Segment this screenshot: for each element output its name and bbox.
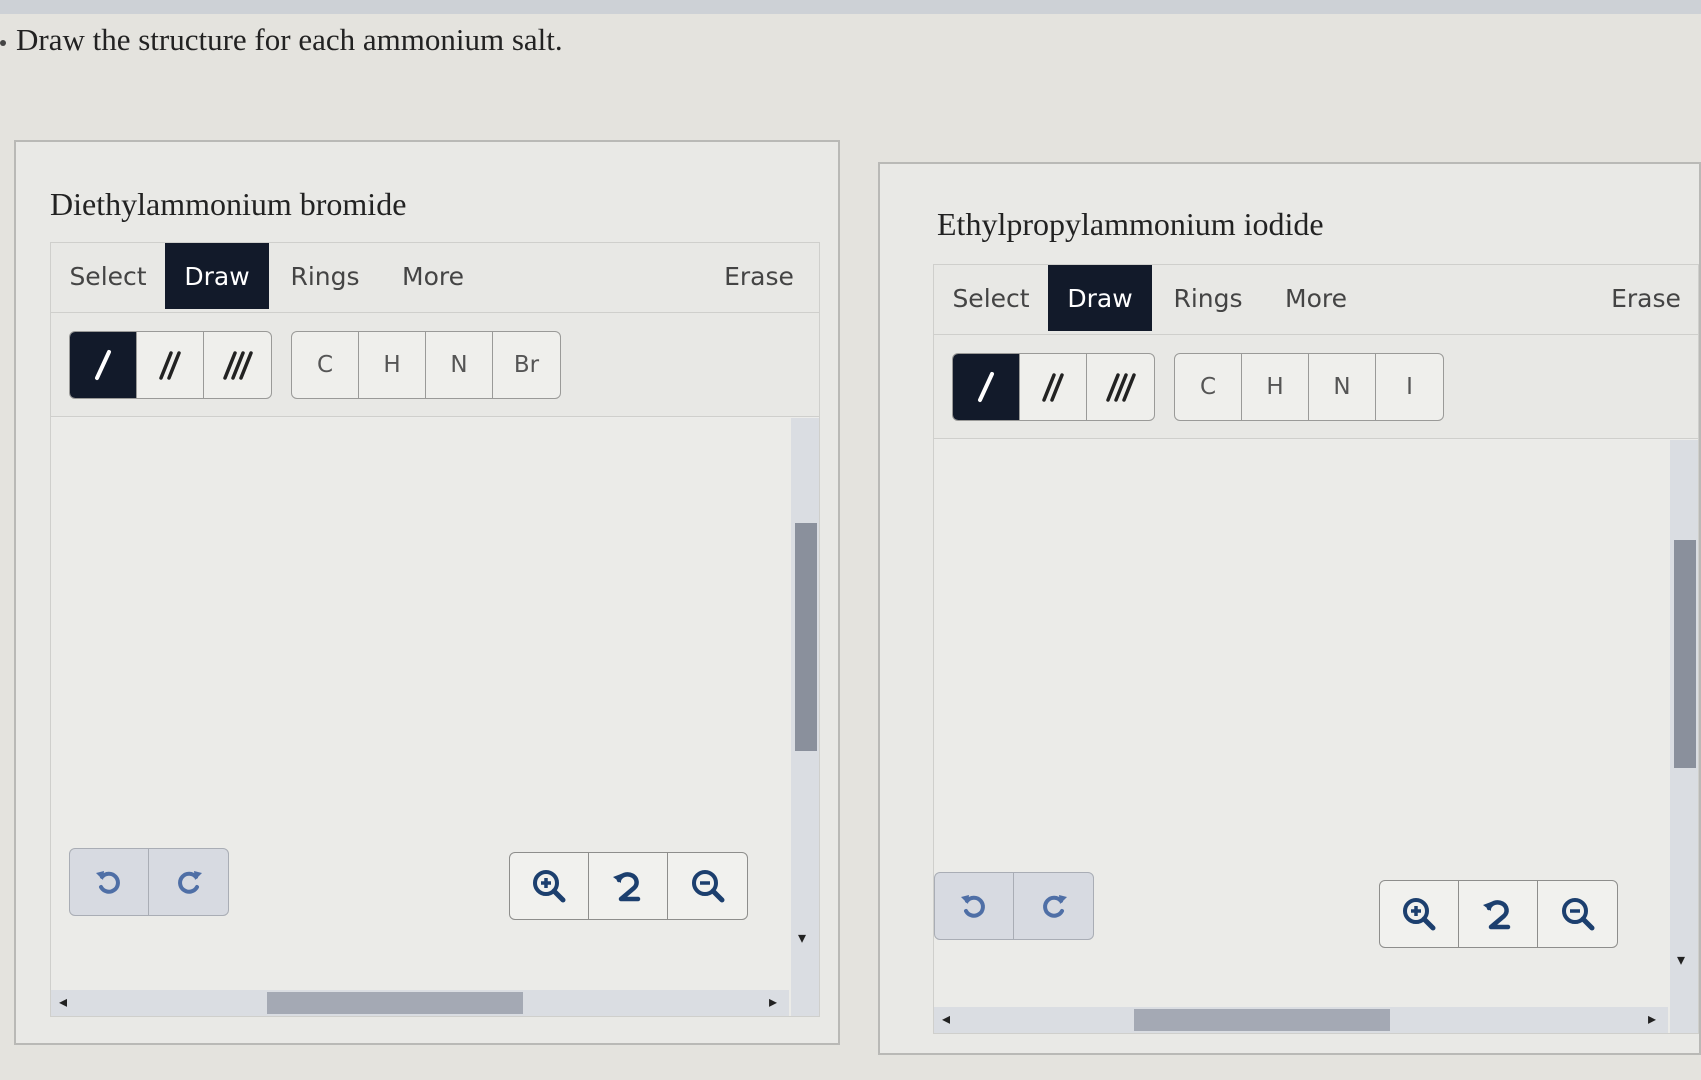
atom-c-button[interactable]: C (292, 332, 359, 398)
vertical-scrollbar[interactable]: ▾ (791, 418, 819, 1016)
panel-title: Ethylpropylammonium iodide (937, 206, 1324, 242)
triple-bond-icon (222, 351, 253, 380)
zoom-group (1379, 880, 1618, 948)
undo-icon (96, 871, 120, 894)
tool-row: C H N I (934, 335, 1698, 439)
tool-row: C H N Br (51, 313, 819, 417)
drawing-canvas[interactable]: ▾ ◂ ▸ (51, 418, 819, 1016)
single-bond-button[interactable] (953, 354, 1020, 420)
single-bond-icon (95, 350, 111, 380)
single-bond-button[interactable] (70, 332, 137, 398)
atom-h-button[interactable]: H (359, 332, 426, 398)
redo-button[interactable] (1014, 873, 1093, 939)
panel-diethylammonium-bromide: Diethylammonium bromide Select Draw Ring… (14, 140, 840, 1045)
double-bond-icon (159, 351, 181, 380)
horizontal-scrollbar[interactable]: ◂ ▸ (934, 1007, 1668, 1033)
tab-draw[interactable]: Draw (1048, 265, 1152, 331)
atom-i-button[interactable]: I (1376, 354, 1443, 420)
tab-more[interactable]: More (385, 243, 481, 309)
zoom-in-button[interactable] (510, 853, 589, 919)
tab-rings[interactable]: Rings (1160, 265, 1256, 331)
atom-n-button[interactable]: N (1309, 354, 1376, 420)
scroll-right-arrow-icon[interactable]: ▸ (769, 992, 777, 1011)
scroll-down-arrow-icon[interactable]: ▾ (1677, 950, 1685, 969)
redo-icon (1042, 895, 1067, 918)
vertical-scroll-thumb[interactable] (1674, 540, 1696, 768)
tab-erase[interactable]: Erase (711, 243, 807, 309)
scroll-right-arrow-icon[interactable]: ▸ (1648, 1009, 1656, 1028)
zoom-in-button[interactable] (1380, 881, 1459, 947)
atom-n-button[interactable]: N (426, 332, 493, 398)
redo-icon (177, 871, 202, 894)
reset-zoom-button[interactable] (1459, 881, 1538, 947)
zoom-group (509, 852, 748, 920)
tab-more[interactable]: More (1268, 265, 1364, 331)
zoom-out-button[interactable] (668, 853, 747, 919)
panel-ethylpropylammonium-iodide: Ethylpropylammonium iodide Select Draw R… (878, 162, 1701, 1055)
tab-rings[interactable]: Rings (277, 243, 373, 309)
tab-select[interactable]: Select (938, 265, 1044, 331)
atom-tool-group: C H N I (1174, 353, 1444, 421)
double-bond-button[interactable] (137, 332, 204, 398)
question-prompt: Draw the structure for each ammonium sal… (16, 22, 563, 57)
double-bond-icon (1042, 373, 1064, 402)
atom-tool-group: C H N Br (291, 331, 561, 399)
horizontal-scrollbar[interactable]: ◂ ▸ (51, 990, 789, 1016)
panel-title: Diethylammonium bromide (50, 186, 407, 222)
editor-tab-bar: Select Draw Rings More Erase (51, 243, 819, 313)
tab-draw[interactable]: Draw (165, 243, 269, 309)
single-bond-icon (978, 372, 994, 402)
triple-bond-button[interactable] (204, 332, 271, 398)
structure-editor: Select Draw Rings More Erase (50, 242, 820, 1017)
zoom-out-icon (1561, 898, 1594, 931)
undo-button[interactable] (935, 873, 1014, 939)
bond-tool-group (952, 353, 1155, 421)
triple-bond-button[interactable] (1087, 354, 1154, 420)
undo-redo-group (934, 872, 1094, 940)
undo-redo-group (69, 848, 229, 916)
undo-button[interactable] (70, 849, 149, 915)
scroll-left-arrow-icon[interactable]: ◂ (59, 992, 67, 1011)
zoom-in-icon (533, 870, 566, 903)
drawing-canvas[interactable]: ▾ ◂ ▸ (934, 440, 1698, 1033)
reset-zoom-button[interactable] (589, 853, 668, 919)
scroll-down-arrow-icon[interactable]: ▾ (798, 928, 806, 947)
undo-icon (961, 895, 985, 918)
horizontal-scroll-thumb[interactable] (267, 992, 523, 1014)
zoom-out-icon (691, 870, 724, 903)
atom-br-button[interactable]: Br (493, 332, 560, 398)
tab-select[interactable]: Select (55, 243, 161, 309)
triple-bond-icon (1105, 373, 1136, 402)
horizontal-scroll-thumb[interactable] (1134, 1009, 1390, 1031)
structure-editor: Select Draw Rings More Erase (933, 264, 1699, 1034)
atom-h-button[interactable]: H (1242, 354, 1309, 420)
vertical-scroll-thumb[interactable] (795, 523, 817, 751)
bond-tool-group (69, 331, 272, 399)
tab-erase[interactable]: Erase (1598, 265, 1694, 331)
browser-top-strip (0, 0, 1701, 14)
scroll-left-arrow-icon[interactable]: ◂ (942, 1009, 950, 1028)
double-bond-button[interactable] (1020, 354, 1087, 420)
vertical-scrollbar[interactable]: ▾ (1670, 440, 1698, 1033)
atom-c-button[interactable]: C (1175, 354, 1242, 420)
zoom-out-button[interactable] (1538, 881, 1617, 947)
bullet-icon (0, 40, 6, 46)
zoom-in-icon (1403, 898, 1436, 931)
editor-tab-bar: Select Draw Rings More Erase (934, 265, 1698, 335)
reset-zoom-icon (613, 872, 641, 902)
redo-button[interactable] (149, 849, 228, 915)
reset-zoom-icon (1483, 900, 1511, 930)
